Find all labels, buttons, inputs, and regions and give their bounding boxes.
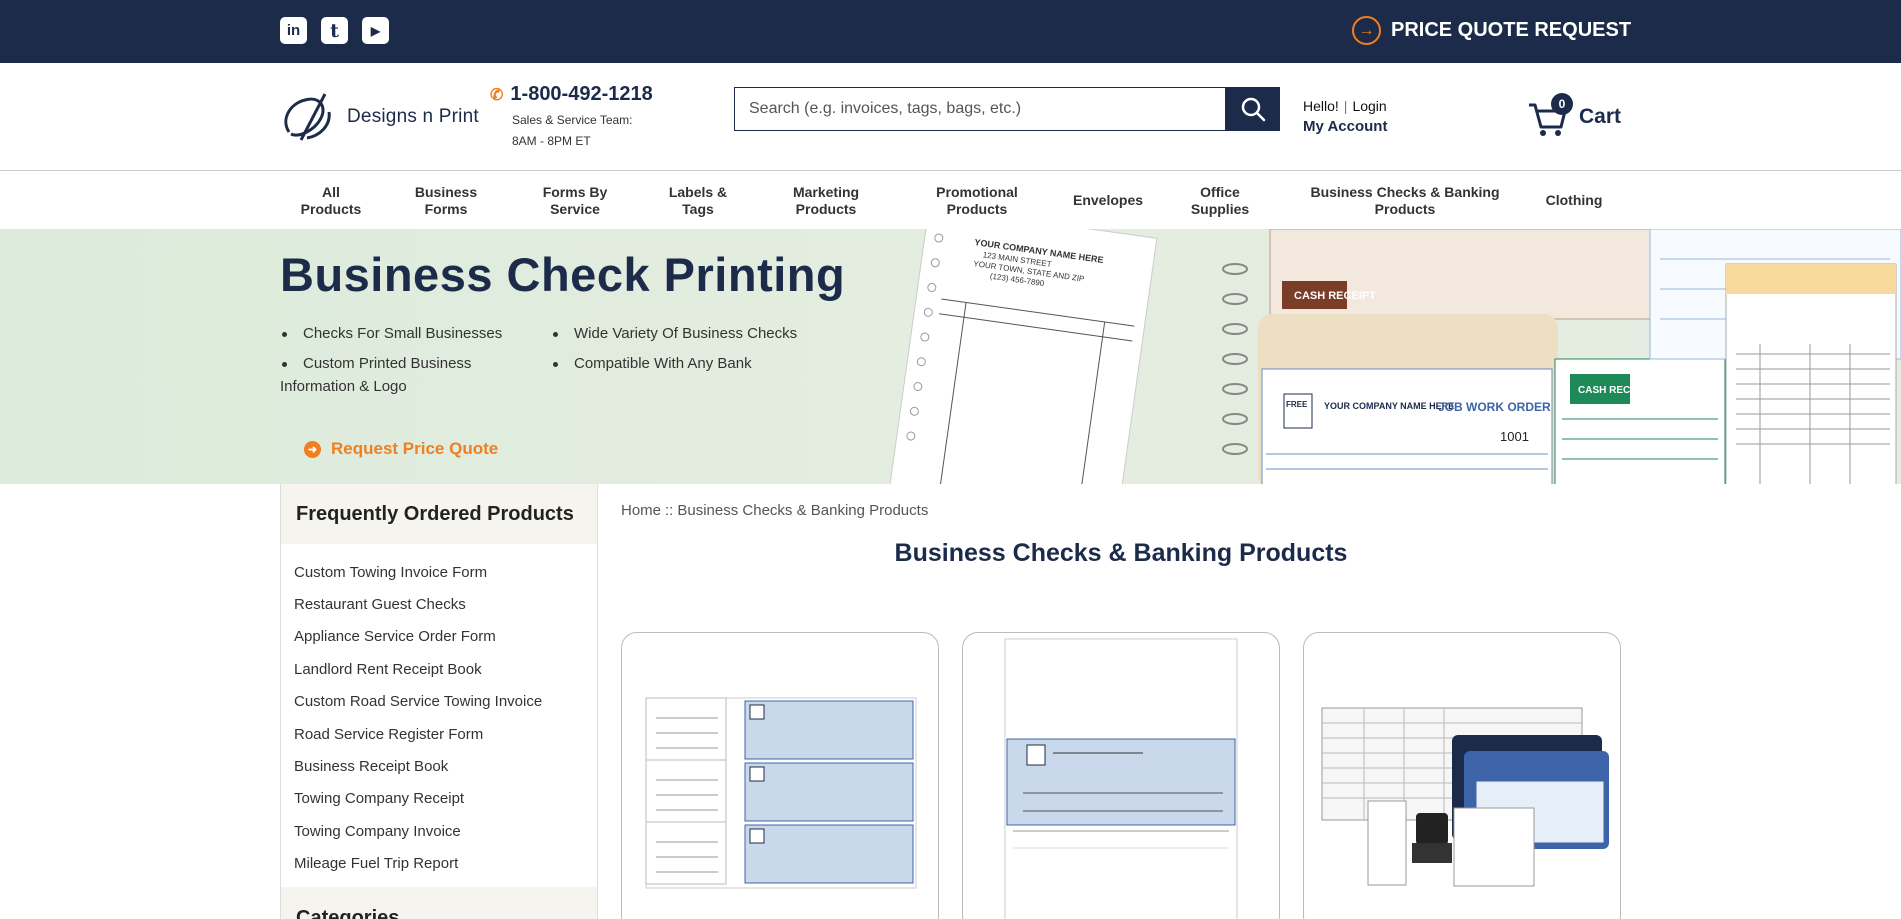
hero-cash-receipt-brown: CASH RECEIPT (1294, 290, 1376, 302)
svg-text:FREE: FREE (1286, 400, 1308, 409)
search-icon (1241, 97, 1266, 122)
nav-promotional-products[interactable]: Promotional Products (910, 172, 1044, 229)
site-logo[interactable]: Designs n Print (279, 90, 479, 144)
hero-bullets-right: Wide Variety Of Business Checks Compatib… (551, 322, 851, 375)
service-hours: 8AM - 8PM ET (512, 134, 591, 148)
sidebar-item-mileage-fuel-trip-report[interactable]: Mileage Fuel Trip Report (294, 848, 597, 880)
bullet-icon (282, 331, 287, 337)
hero-bullet: Compatible With Any Bank (574, 355, 752, 372)
arrow-right-circle-icon: ➜ (304, 440, 321, 458)
hero-work-order-number: 1001 (1500, 429, 1529, 444)
nav-clothing[interactable]: Clothing (1530, 172, 1618, 229)
sidebar-item-custom-road-service-towing-invoice[interactable]: Custom Road Service Towing Invoice (294, 686, 597, 718)
sidebar-item-appliance-service-order-form[interactable]: Appliance Service Order Form (294, 621, 597, 653)
product-card[interactable] (962, 632, 1280, 919)
sidebar: Frequently Ordered Products Custom Towin… (280, 484, 598, 919)
product-image-3-on-page-checks (645, 697, 917, 889)
price-quote-request-label: PRICE QUOTE REQUEST (1391, 19, 1632, 41)
nav-business-checks-banking[interactable]: Business Checks & Banking Products (1300, 172, 1510, 229)
search-button[interactable] (1226, 87, 1280, 131)
hero-bullet: Custom Printed Business Information & Lo… (280, 355, 472, 395)
product-card[interactable] (1303, 632, 1621, 919)
nav-envelopes[interactable]: Envelopes (1060, 172, 1156, 229)
phone-icon: ✆ (490, 86, 504, 104)
hero-forms-image: YOUR COMPANY NAME HERE 123 MAIN STREET Y… (890, 229, 1901, 484)
product-image-banking-bundle (1321, 707, 1609, 887)
nav-all-products[interactable]: All Products (280, 172, 382, 229)
youtube-icon[interactable]: ▶ (362, 17, 389, 44)
top-bar: in t ▶ → PRICE QUOTE REQUEST (0, 0, 1901, 63)
hero-banner: Business Check Printing Checks For Small… (0, 229, 1901, 484)
site-header: Designs n Print ✆ 1-800-492-1218 Sales &… (0, 63, 1901, 171)
product-card[interactable] (621, 632, 939, 919)
page-title: Business Checks & Banking Products (894, 539, 1348, 567)
cart-count-badge: 0 (1551, 93, 1573, 115)
price-quote-request-link[interactable]: → PRICE QUOTE REQUEST (1352, 16, 1631, 45)
sidebar-item-road-service-register-form[interactable]: Road Service Register Form (294, 718, 597, 750)
request-price-quote-label: Request Price Quote (331, 439, 499, 458)
sidebar-item-business-receipt-book[interactable]: Business Receipt Book (294, 750, 597, 782)
account-separator: | (1343, 98, 1348, 114)
search-bar (734, 87, 1280, 131)
nav-forms-by-service[interactable]: Forms By Service (520, 172, 630, 229)
bullet-icon (553, 331, 558, 337)
breadcrumb-current: Business Checks & Banking Products (677, 502, 929, 519)
hero-bullet: Wide Variety Of Business Checks (574, 325, 798, 342)
request-price-quote-button[interactable]: ➜ Request Price Quote (304, 439, 498, 459)
logo-mark-icon (284, 93, 331, 141)
frequently-ordered-list: Custom Towing Invoice Form Restaurant Gu… (281, 544, 597, 880)
frequently-ordered-heading: Frequently Ordered Products (281, 484, 597, 544)
nav-office-supplies[interactable]: Office Supplies (1172, 172, 1268, 229)
my-account-link[interactable]: My Account (1303, 118, 1387, 135)
phone-number[interactable]: 1-800-492-1218 (510, 83, 652, 106)
hero-work-order-company: YOUR COMPANY NAME HERE (1324, 401, 1454, 411)
sidebar-item-restaurant-guest-checks[interactable]: Restaurant Guest Checks (294, 588, 597, 620)
service-hours-label: Sales & Service Team: (512, 113, 633, 127)
hero-cash-receipt-green: CASH RECEIPT (1578, 385, 1652, 396)
breadcrumb-home[interactable]: Home (621, 502, 661, 519)
hero-bullet: Checks For Small Businesses (303, 325, 503, 342)
login-link[interactable]: Login (1352, 98, 1386, 114)
account-block: Hello! | Login My Account (1303, 98, 1387, 135)
nav-marketing-products[interactable]: Marketing Products (770, 172, 882, 229)
categories-heading: Categories (281, 887, 597, 919)
sidebar-item-towing-company-invoice[interactable]: Towing Company Invoice (294, 815, 597, 847)
cart-link[interactable]: 0 Cart (1527, 93, 1621, 137)
bullet-icon (282, 361, 287, 367)
cart-label: Cart (1579, 105, 1622, 128)
sidebar-item-custom-towing-invoice-form[interactable]: Custom Towing Invoice Form (294, 556, 597, 588)
sidebar-item-towing-company-receipt[interactable]: Towing Company Receipt (294, 783, 597, 815)
nav-business-forms[interactable]: Business Forms (395, 172, 497, 229)
twitter-icon[interactable]: t (321, 17, 348, 44)
hero-job-work-order: JOB WORK ORDER (1438, 400, 1551, 414)
bullet-icon (553, 361, 558, 367)
hero-title: Business Check Printing (280, 248, 846, 301)
sidebar-item-landlord-rent-receipt-book[interactable]: Landlord Rent Receipt Book (294, 653, 597, 685)
breadcrumb: Home:: Business Checks & Banking Products (621, 502, 928, 519)
logo-text: Designs n Print (347, 106, 479, 127)
hello-text: Hello! (1303, 98, 1339, 114)
nav-labels-tags[interactable]: Labels & Tags (648, 172, 748, 229)
breadcrumb-separator: :: (665, 502, 674, 519)
arrow-right-circle-icon: → (1352, 16, 1381, 45)
main-nav: All Products Business Forms Forms By Ser… (0, 172, 1901, 229)
social-links: in t ▶ (280, 17, 389, 44)
search-input[interactable] (734, 87, 1226, 131)
phone-block: ✆ 1-800-492-1218 Sales & Service Team: 8… (490, 83, 653, 152)
hero-bullets-left: Checks For Small Businesses Custom Print… (280, 322, 540, 398)
linkedin-icon[interactable]: in (280, 17, 307, 44)
product-image-laser-check (1004, 638, 1238, 919)
